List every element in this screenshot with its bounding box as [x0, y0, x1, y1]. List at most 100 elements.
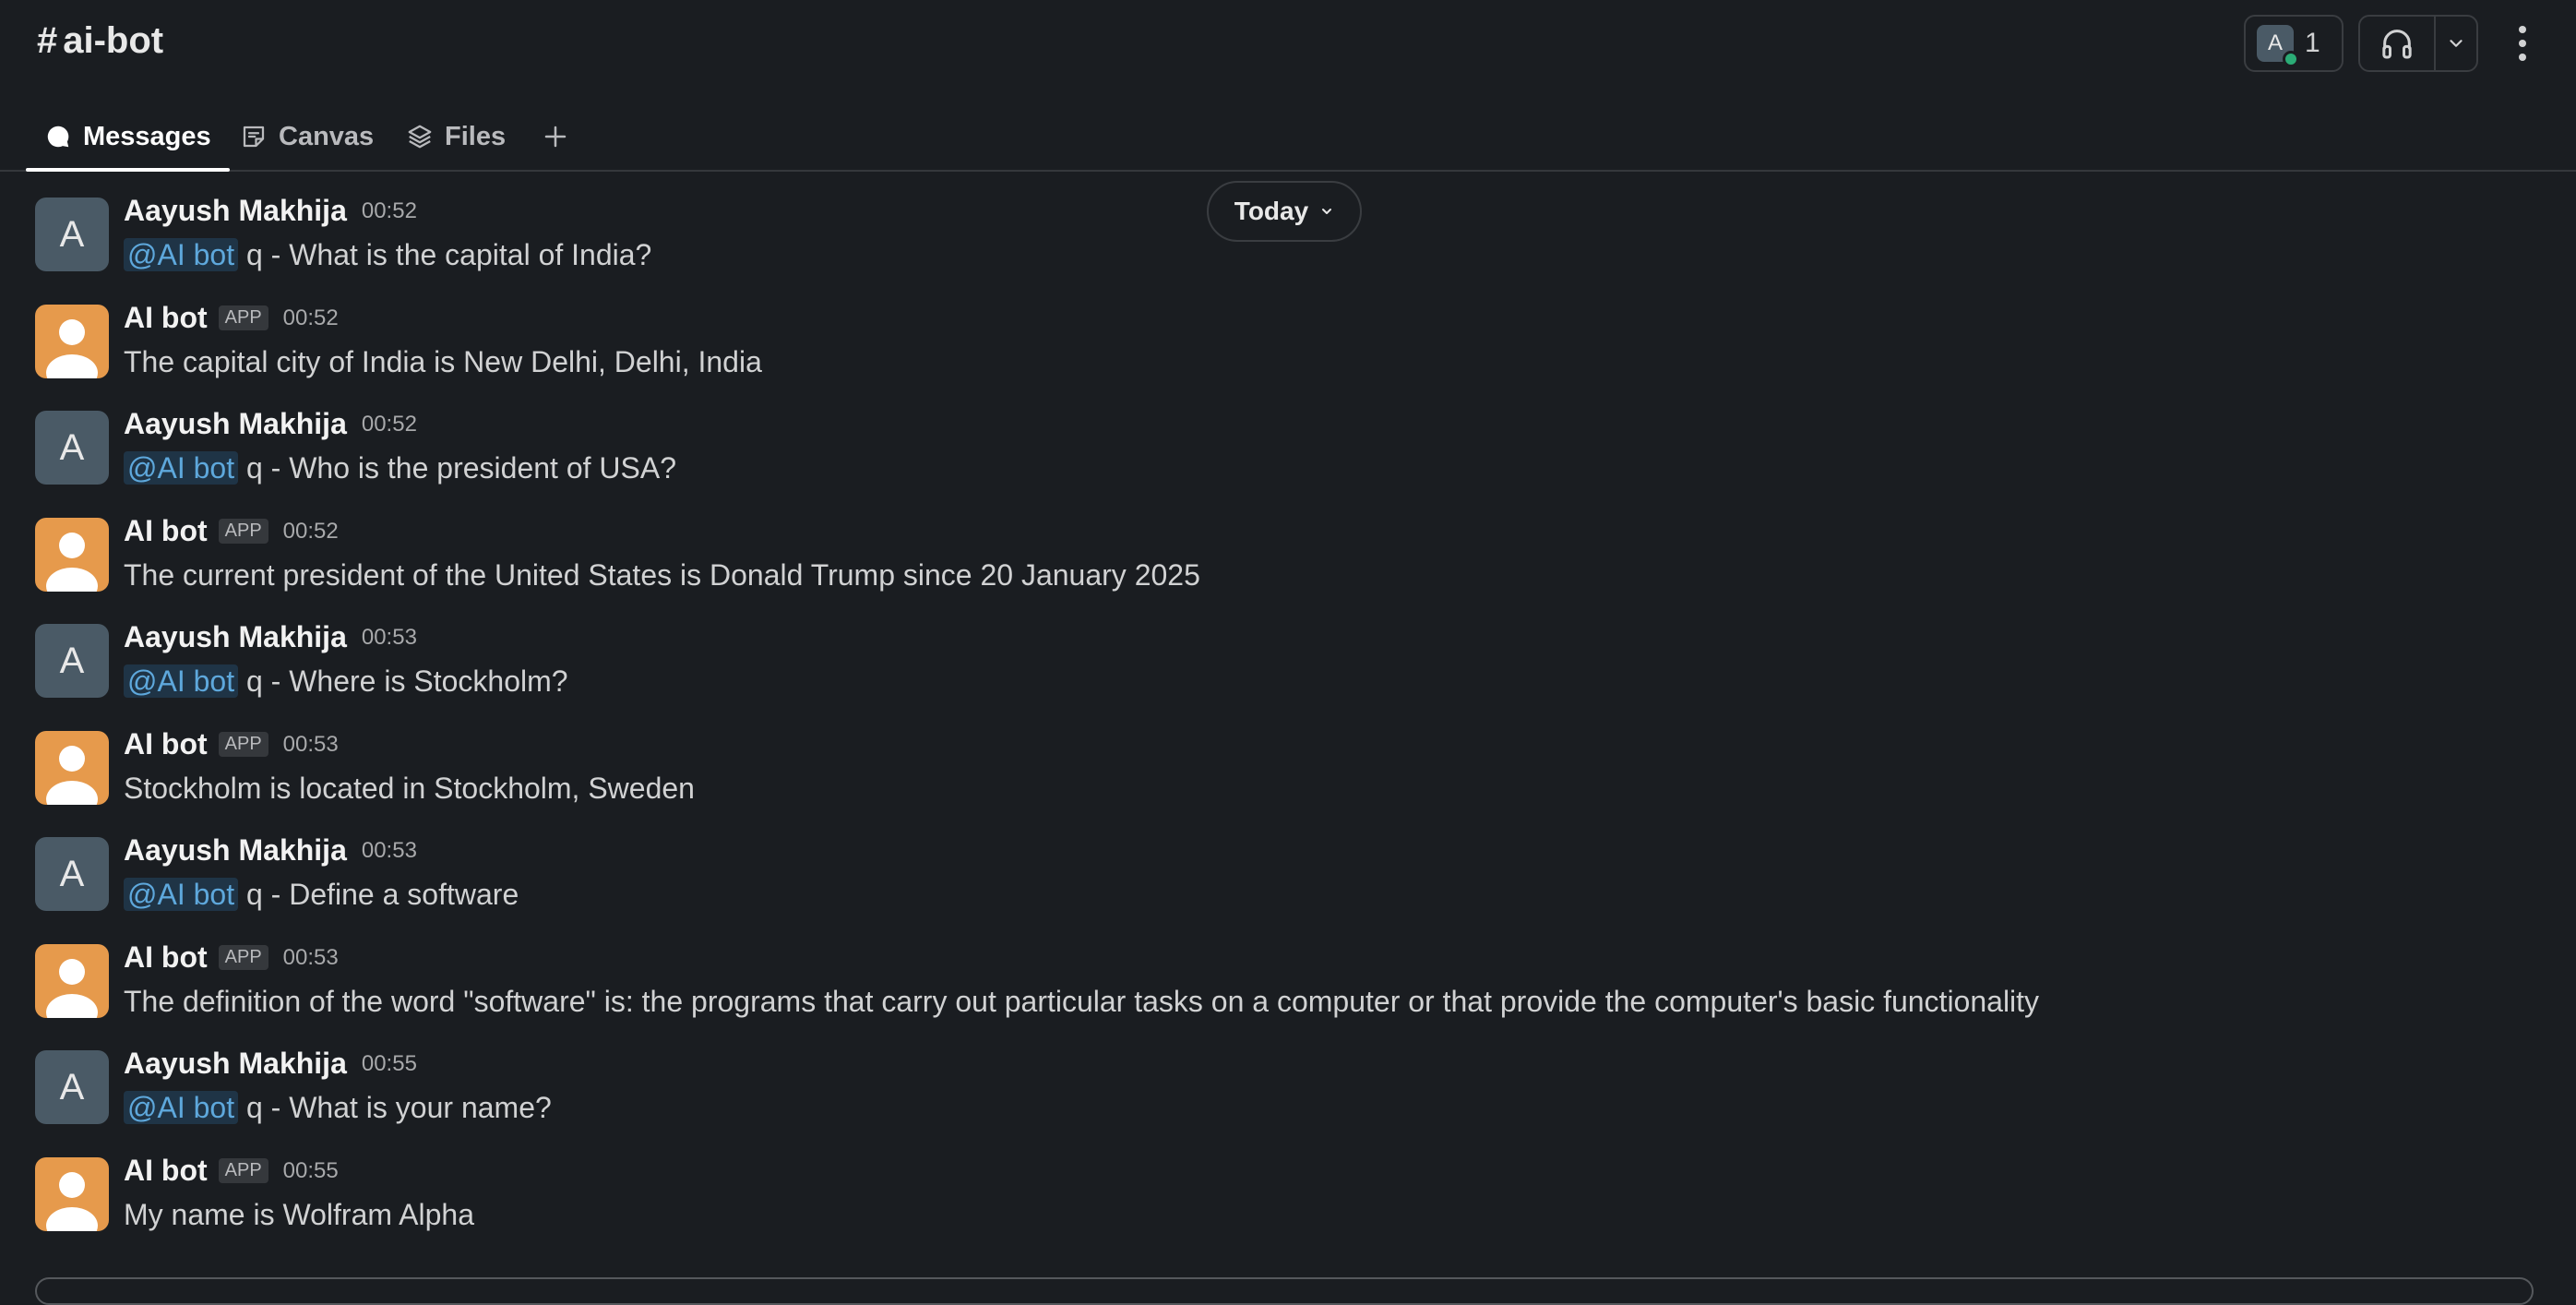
- bot-avatar[interactable]: [35, 731, 109, 805]
- timestamp[interactable]: 00:52: [283, 305, 339, 331]
- user-avatar[interactable]: A: [35, 411, 109, 485]
- message-text: Stockholm is located in Stockholm, Swede…: [124, 772, 695, 805]
- message-text: The current president of the United Stat…: [124, 558, 1200, 592]
- app-badge: APP: [218, 519, 268, 544]
- avatar-letter: A: [59, 853, 85, 894]
- members-button[interactable]: A 1: [2244, 15, 2343, 72]
- person-icon: [46, 959, 98, 1018]
- avatar-letter: A: [59, 1066, 85, 1107]
- message-item[interactable]: A Aayush Makhija 00:52 @AI bot q - Who i…: [0, 385, 2576, 492]
- headphones-icon[interactable]: [2360, 17, 2436, 70]
- sender-name[interactable]: AI bot: [124, 1154, 208, 1188]
- more-options-icon[interactable]: [2502, 20, 2543, 66]
- tab-files-label: Files: [445, 121, 507, 151]
- timestamp[interactable]: 00:53: [362, 838, 417, 864]
- tab-messages-label: Messages: [83, 121, 211, 151]
- sender-name[interactable]: AI bot: [124, 727, 208, 761]
- message-text: @AI bot q - Where is Stockholm?: [124, 664, 568, 699]
- bot-avatar[interactable]: [35, 518, 109, 592]
- user-avatar[interactable]: A: [35, 1050, 109, 1124]
- message-content: q - What is the capital of India?: [238, 238, 652, 271]
- tab-files[interactable]: Files: [406, 103, 506, 170]
- mention-link[interactable]: @AI bot: [124, 664, 239, 698]
- files-icon: [408, 125, 432, 149]
- bot-avatar[interactable]: [35, 1157, 109, 1231]
- avatar-letter: A: [59, 426, 85, 468]
- sender-name[interactable]: Aayush Makhija: [124, 407, 347, 441]
- tab-canvas-label: Canvas: [279, 121, 375, 151]
- member-count: 1: [2305, 28, 2320, 58]
- message-item[interactable]: A Aayush Makhija 00:53 @AI bot q - Defin…: [0, 811, 2576, 918]
- timestamp[interactable]: 00:55: [283, 1158, 339, 1184]
- avatar-letter: A: [59, 640, 85, 681]
- message-item[interactable]: AI bot APP 00:53 Stockholm is located in…: [0, 705, 2576, 812]
- message-item[interactable]: A Aayush Makhija 00:53 @AI bot q - Where…: [0, 598, 2576, 705]
- tab-messages[interactable]: Messages: [26, 103, 230, 172]
- timestamp[interactable]: 00:52: [362, 198, 417, 224]
- channel-title[interactable]: # ai-bot: [37, 20, 163, 62]
- sender-name[interactable]: Aayush Makhija: [124, 833, 347, 868]
- person-icon: [46, 746, 98, 805]
- sender-name[interactable]: Aayush Makhija: [124, 620, 347, 654]
- tab-canvas[interactable]: Canvas: [240, 103, 374, 170]
- person-icon: [46, 1172, 98, 1231]
- member-avatar: A: [2257, 25, 2299, 67]
- presence-indicator: [2283, 51, 2299, 67]
- message-content: q - What is your name?: [238, 1091, 552, 1124]
- sender-name[interactable]: AI bot: [124, 301, 208, 335]
- timestamp[interactable]: 00:52: [283, 519, 339, 545]
- sender-name[interactable]: Aayush Makhija: [124, 194, 347, 228]
- sender-name[interactable]: AI bot: [124, 514, 208, 548]
- timestamp[interactable]: 00:53: [362, 625, 417, 651]
- message-content: q - Where is Stockholm?: [238, 664, 568, 698]
- add-tab-button[interactable]: [539, 103, 572, 170]
- app-badge: APP: [218, 305, 268, 330]
- channel-tabs: Messages Canvas Files: [0, 103, 2576, 172]
- timestamp[interactable]: 00:53: [283, 732, 339, 758]
- user-avatar[interactable]: A: [35, 624, 109, 698]
- bot-avatar[interactable]: [35, 944, 109, 1018]
- channel-header: # ai-bot A 1: [0, 0, 2576, 89]
- message-item[interactable]: AI bot APP 00:55 My name is Wolfram Alph…: [0, 1131, 2576, 1239]
- mention-link[interactable]: @AI bot: [124, 1091, 239, 1124]
- message-text: @AI bot q - What is your name?: [124, 1091, 552, 1125]
- person-icon: [46, 533, 98, 592]
- timestamp[interactable]: 00:53: [283, 945, 339, 971]
- message-bubble-icon: [47, 126, 69, 148]
- sender-name[interactable]: Aayush Makhija: [124, 1047, 347, 1081]
- chevron-down-icon[interactable]: [2436, 33, 2476, 54]
- channel-name: ai-bot: [63, 20, 164, 61]
- message-text: @AI bot q - Define a software: [124, 878, 519, 912]
- message-text: @AI bot q - Who is the president of USA?: [124, 451, 676, 485]
- message-content: q - Who is the president of USA?: [238, 451, 676, 485]
- message-content: q - Define a software: [238, 878, 519, 911]
- person-icon: [46, 319, 98, 378]
- message-item[interactable]: AI bot APP 00:53 The definition of the w…: [0, 918, 2576, 1025]
- date-divider-button[interactable]: Today: [1207, 181, 1362, 242]
- message-item[interactable]: A Aayush Makhija 00:55 @AI bot q - What …: [0, 1024, 2576, 1131]
- mention-link[interactable]: @AI bot: [124, 878, 239, 911]
- user-avatar[interactable]: A: [35, 837, 109, 911]
- mention-link[interactable]: @AI bot: [124, 451, 239, 485]
- avatar-letter: A: [59, 213, 85, 255]
- member-avatar-letter: A: [2267, 30, 2283, 55]
- huddle-button[interactable]: [2358, 15, 2478, 72]
- mention-link[interactable]: @AI bot: [124, 238, 239, 271]
- app-badge: APP: [218, 945, 268, 970]
- message-item[interactable]: AI bot APP 00:52 The current president o…: [0, 492, 2576, 599]
- timestamp[interactable]: 00:55: [362, 1051, 417, 1077]
- message-composer[interactable]: [35, 1277, 2534, 1305]
- message-item[interactable]: AI bot APP 00:52 The capital city of Ind…: [0, 279, 2576, 386]
- message-text: @AI bot q - What is the capital of India…: [124, 238, 651, 272]
- canvas-icon: [243, 126, 265, 148]
- message-text: The definition of the word "software" is…: [124, 985, 2040, 1018]
- user-avatar[interactable]: A: [35, 198, 109, 271]
- message-text: The capital city of India is New Delhi, …: [124, 345, 762, 378]
- channel-hash: #: [37, 20, 58, 61]
- timestamp[interactable]: 00:52: [362, 412, 417, 437]
- chevron-down-icon: [1322, 209, 1332, 214]
- app-badge: APP: [218, 732, 268, 757]
- app-badge: APP: [218, 1158, 268, 1183]
- bot-avatar[interactable]: [35, 305, 109, 378]
- sender-name[interactable]: AI bot: [124, 940, 208, 975]
